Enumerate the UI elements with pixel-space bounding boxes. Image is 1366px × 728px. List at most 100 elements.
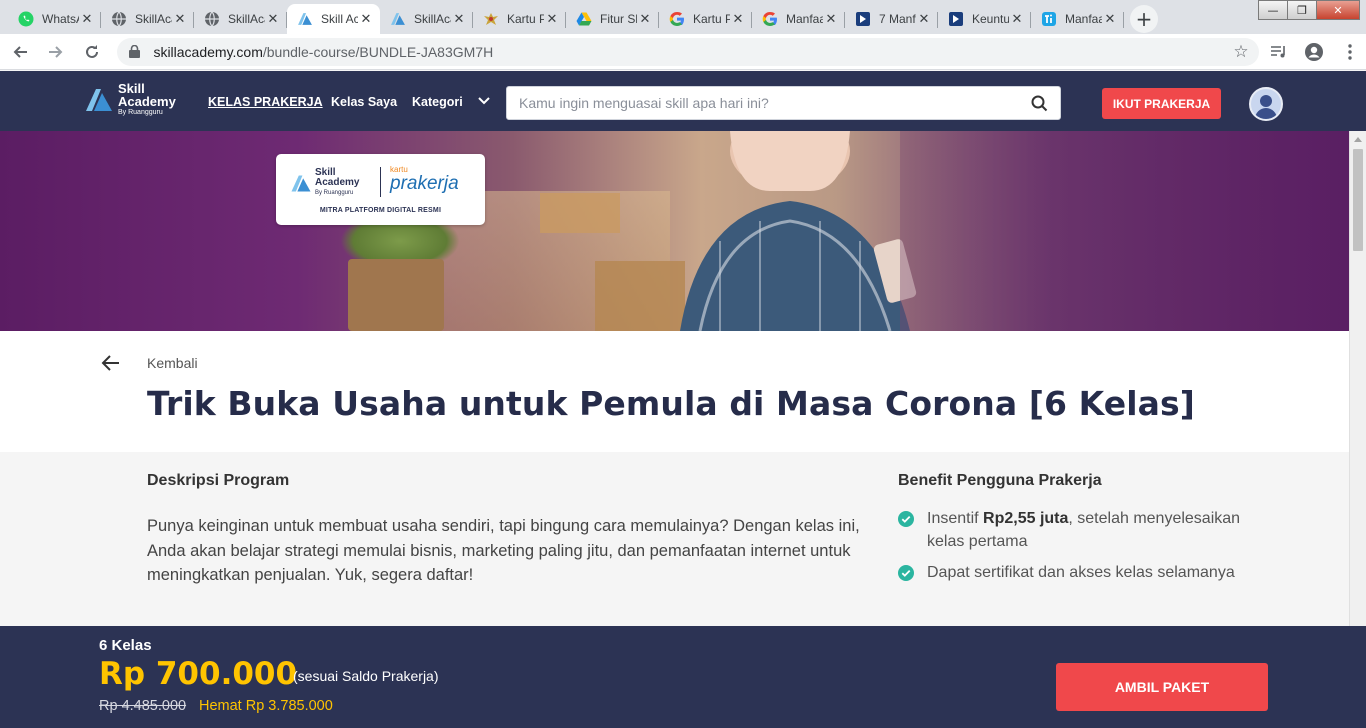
back-link[interactable]: Kembali	[147, 355, 198, 371]
close-window-button[interactable]: ✕	[1316, 0, 1360, 20]
arrow-left-icon[interactable]	[101, 353, 121, 373]
scroll-up-arrow-icon[interactable]	[1354, 137, 1362, 142]
profile-icon[interactable]	[1298, 36, 1330, 68]
class-count: 6 Kelas	[99, 637, 152, 654]
savings-amount: Hemat Rp 3.785.000	[199, 698, 333, 714]
partner-card: Skill Academy By Ruangguru kartu prakerj…	[276, 154, 485, 225]
prakerja-label: prakerja	[390, 173, 459, 194]
description-text: Punya keinginan untuk membuat usaha send…	[147, 517, 860, 584]
ikut-prakerja-button[interactable]: IKUT PRAKERJA	[1102, 88, 1221, 119]
forward-button[interactable]	[40, 36, 72, 68]
browser-tab[interactable]: WhatsApp✕	[8, 4, 101, 34]
browser-tab[interactable]: Skill Academy✕	[287, 4, 380, 34]
tab-title: Kartu Prakerja	[507, 12, 544, 26]
new-tab-button[interactable]: +	[1130, 5, 1158, 33]
minimize-button[interactable]: —	[1258, 0, 1288, 20]
browser-tab[interactable]: Kartu Prakerja✕	[473, 4, 566, 34]
skillacademy-logo[interactable]: Skill Academy By Ruangguru	[84, 82, 176, 117]
close-tab-icon[interactable]: ✕	[730, 12, 746, 27]
back-button[interactable]	[4, 36, 36, 68]
search-icon[interactable]	[1031, 95, 1048, 112]
hero-box-shape	[540, 193, 620, 233]
close-tab-icon[interactable]: ✕	[79, 12, 95, 27]
original-price: Rp 4.485.000	[99, 698, 187, 714]
tab-title: WhatsApp	[42, 12, 79, 26]
address-bar[interactable]: skillacademy.com/bundle-course/BUNDLE-JA…	[117, 37, 1259, 66]
partner-divider	[380, 167, 381, 197]
close-tab-icon[interactable]: ✕	[358, 12, 374, 27]
user-avatar-icon	[1255, 95, 1277, 119]
browser-tab[interactable]: SkillAcademy✕	[194, 4, 287, 34]
site-header: Skill Academy By Ruangguru KELAS PRAKERJ…	[0, 71, 1366, 131]
browser-tab[interactable]: SkillAcademy✕	[101, 4, 194, 34]
description-section: Deskripsi Program Punya keinginan untuk …	[0, 452, 1349, 626]
browser-tab[interactable]: Manfaat✕	[752, 4, 845, 34]
browser-tab-strip: WhatsApp✕SkillAcademy✕SkillAcademy✕Skill…	[0, 0, 1366, 34]
benefit-1-amount: Rp2,55 juta	[983, 510, 1069, 527]
browser-tab[interactable]: SkillAcademy✕	[380, 4, 473, 34]
nav-kelas-prakerja[interactable]: KELAS PRAKERJA	[208, 95, 323, 109]
close-tab-icon[interactable]: ✕	[451, 12, 467, 27]
tab-title: SkillAcademy	[135, 12, 172, 26]
skillacademy-logo-icon	[291, 174, 311, 192]
browser-tab[interactable]: Manfaat✕	[1031, 4, 1124, 34]
benefit-item: Insentif Rp2,55 juta, setelah menyelesai…	[898, 507, 1258, 553]
close-tab-icon[interactable]: ✕	[265, 12, 281, 27]
search-box[interactable]	[506, 86, 1061, 120]
tab-title: SkillAcademy	[414, 12, 451, 26]
page-scrollbar[interactable]	[1349, 131, 1366, 626]
drive-icon	[576, 11, 592, 27]
google-icon	[669, 11, 685, 27]
partner-logo-line-3: By Ruangguru	[315, 190, 354, 196]
benefit-1-prefix: Insentif	[927, 510, 984, 527]
page-title: Trik Buka Usaha untuk Pemula di Masa Cor…	[147, 384, 1195, 423]
garuda-icon	[483, 11, 499, 27]
close-tab-icon[interactable]: ✕	[1009, 12, 1025, 27]
benefit-heading: Benefit Pengguna Prakerja	[898, 472, 1102, 489]
whatsapp-icon	[18, 11, 34, 27]
globe-icon	[204, 11, 220, 27]
nav-kelas-saya[interactable]: Kelas Saya	[331, 95, 397, 109]
check-circle-icon	[898, 565, 914, 581]
bookmark-star-icon[interactable]: ☆	[1233, 42, 1248, 62]
logo-line-3: By Ruangguru	[118, 109, 163, 116]
tab-title: Skill Academy	[321, 12, 358, 26]
browser-tab[interactable]: Keuntungan✕	[938, 4, 1031, 34]
partner-logo-line-2: Academy	[315, 177, 360, 188]
tab-title: Manfaat	[1065, 12, 1102, 26]
partner-skillacademy-logo: Skill Academy By Ruangguru	[290, 168, 359, 198]
close-tab-icon[interactable]: ✕	[823, 12, 839, 27]
tab-title: Manfaat	[786, 12, 823, 26]
browser-tab[interactable]: Fitur Skill✕	[566, 4, 659, 34]
close-tab-icon[interactable]: ✕	[637, 12, 653, 27]
window-controls: — ❐ ✕	[1258, 0, 1360, 20]
nav-kategori[interactable]: Kategori	[412, 95, 463, 109]
bookmark-icon	[948, 11, 964, 27]
media-controls-icon[interactable]	[1263, 36, 1295, 68]
close-tab-icon[interactable]: ✕	[1102, 12, 1118, 27]
tab-title: Fitur Skill	[600, 12, 637, 26]
benefit-2-text: Dapat sertifikat dan akses kelas selaman…	[927, 564, 1235, 581]
bookmark-icon	[855, 11, 871, 27]
browser-tab[interactable]: Kartu Prakerja✕	[659, 4, 752, 34]
chevron-down-icon[interactable]	[477, 93, 491, 107]
hero-woman-illustration	[680, 131, 917, 331]
check-circle-icon	[898, 511, 914, 527]
close-tab-icon[interactable]: ✕	[172, 12, 188, 27]
browser-tab[interactable]: 7 Manfaat✕	[845, 4, 938, 34]
url-domain: skillacademy.com	[153, 43, 263, 60]
bundle-price: Rp 700.000	[99, 656, 298, 692]
ambil-paket-button[interactable]: AMBIL PAKET	[1056, 663, 1268, 711]
reload-button[interactable]	[76, 36, 108, 68]
reload-icon	[85, 44, 98, 58]
search-input[interactable]	[519, 95, 1031, 111]
close-tab-icon[interactable]: ✕	[544, 12, 560, 27]
url-path: /bundle-course/BUNDLE-JA83GM7H	[262, 43, 494, 60]
scrollbar-thumb[interactable]	[1353, 149, 1363, 251]
avatar[interactable]	[1249, 87, 1283, 121]
maximize-button[interactable]: ❐	[1287, 0, 1317, 20]
close-tab-icon[interactable]: ✕	[916, 12, 932, 27]
hero-pot-shape	[348, 259, 444, 331]
purchase-footer-bar: 6 Kelas Rp 700.000 (sesuai Saldo Prakerj…	[0, 626, 1366, 728]
menu-kebab-icon[interactable]	[1334, 36, 1366, 68]
